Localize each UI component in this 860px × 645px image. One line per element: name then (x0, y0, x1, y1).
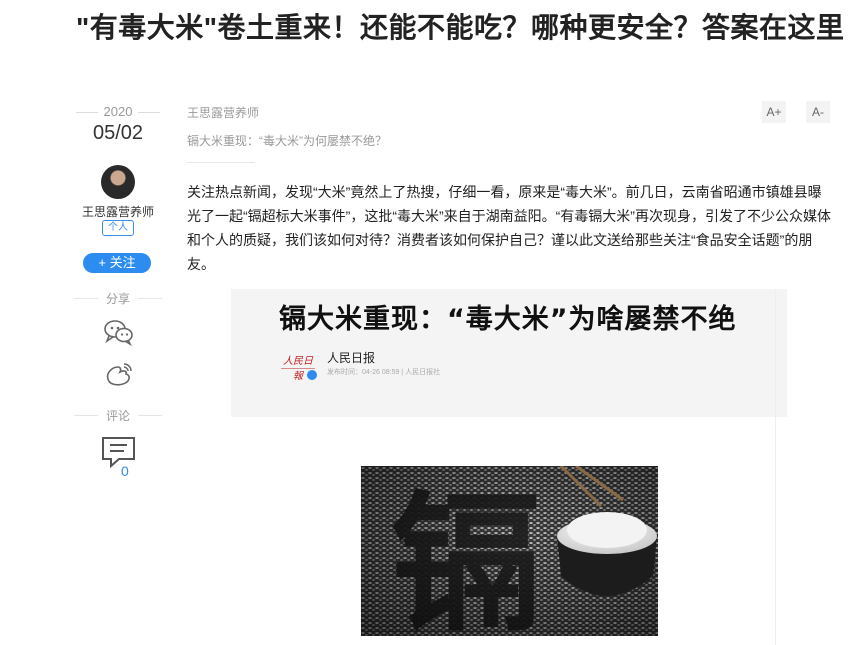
weibo-icon[interactable] (102, 360, 136, 388)
article-subtitle: 镉大米重现：“毒大米”为何屡禁不绝？ (187, 134, 387, 148)
font-increase-button[interactable]: A+ (762, 101, 786, 123)
comment-label: 评论 (72, 407, 164, 424)
embedded-headline: 镉大米重现：“毒大米”为啥屡禁不绝 (279, 304, 737, 335)
author-name[interactable]: 王思露营养师 (187, 104, 259, 121)
embedded-meta: 发布时间：04-26 08:59 | 人民日报社 (327, 369, 441, 376)
share-label: 分享 (72, 290, 164, 307)
subtitle-divider (187, 162, 255, 163)
follow-button[interactable]: + 关注 (83, 253, 151, 273)
author-name-side[interactable]: 王思露营养师 (72, 203, 164, 220)
publish-date: 05/02 (92, 122, 144, 144)
rice-cadmium-image: 镉 (361, 466, 658, 636)
wechat-icon[interactable] (102, 318, 136, 347)
embedded-news-image: 镉大米重现：“毒大米”为啥屡禁不绝 人民日報 人民日报 发布时间：04-26 0… (231, 289, 787, 417)
article-title: "有毒大米"卷土重来！还能不能吃？哪种更安全？答案在这里 (76, 12, 845, 43)
verified-icon (307, 370, 317, 380)
article-body: 关注热点新闻，发现“大米”竟然上了热搜，仔细一看，原来是“毒大米”。前几日，云南… (187, 184, 831, 272)
peoples-daily-logo: 人民日報 (281, 352, 315, 382)
avatar[interactable] (101, 165, 135, 199)
author-type-badge: 个人 (102, 220, 134, 236)
content-divider (775, 290, 776, 645)
embedded-source: 人民日报 (327, 351, 376, 365)
comment-count[interactable]: 0 (121, 463, 129, 479)
publish-year: 2020 (72, 104, 164, 119)
comment-icon[interactable] (100, 435, 138, 471)
font-decrease-button[interactable]: A- (806, 101, 830, 123)
